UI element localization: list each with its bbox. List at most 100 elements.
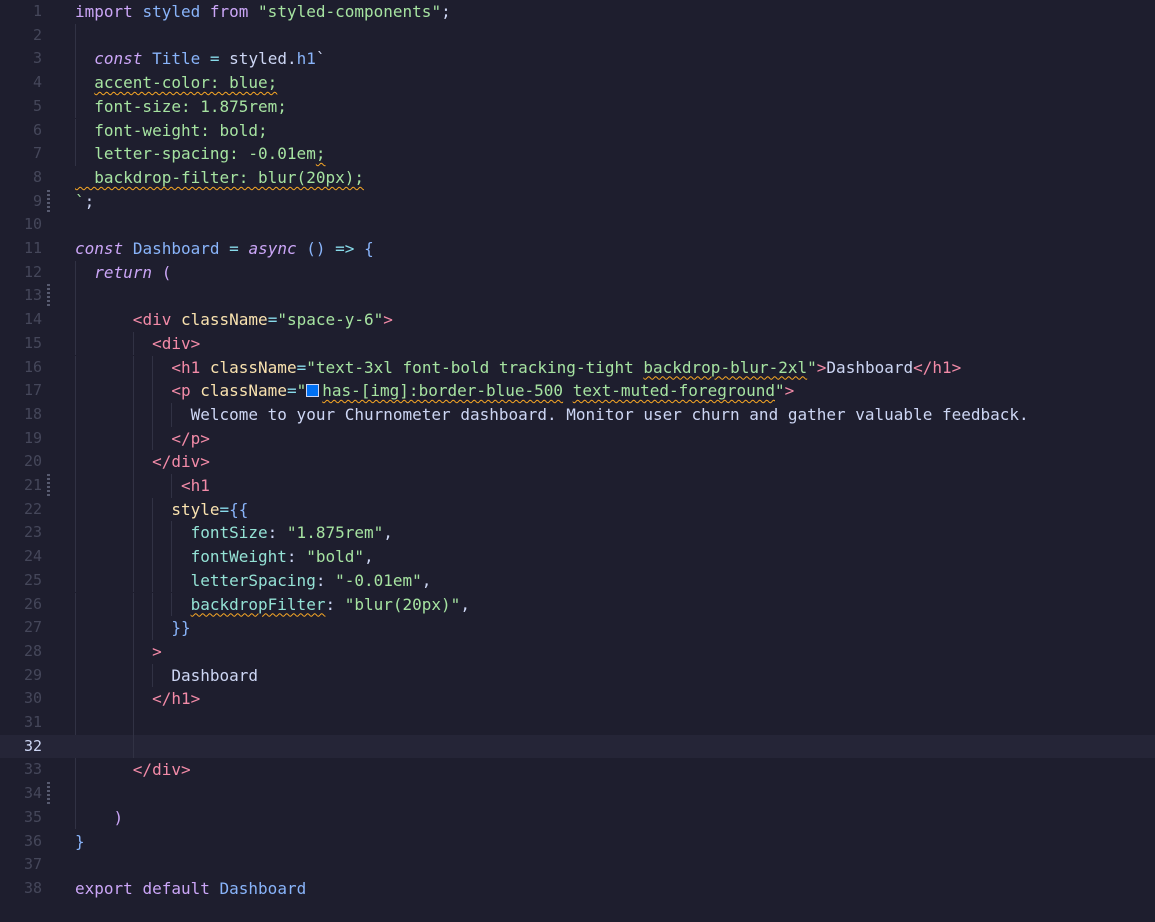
code-text: <div> <box>152 333 201 353</box>
code-text: ) <box>113 807 124 827</box>
code-text: fontWeight: "bold", <box>190 547 374 567</box>
color-swatch-icon[interactable] <box>306 384 320 398</box>
code-text: const Dashboard = async () => { <box>75 239 374 258</box>
code-line[interactable]: 23 fontSize: "1.875rem", <box>0 521 1155 546</box>
line-number: 29 <box>23 665 42 684</box>
code-line[interactable]: 35 ) <box>0 805 1155 830</box>
code-line[interactable]: 34 <box>0 782 1155 806</box>
code-text: </div> <box>132 760 191 780</box>
code-text: backdrop-filter: blur(20px); <box>75 167 364 187</box>
code-line[interactable]: 4 accent-color: blue; <box>0 71 1155 95</box>
line-number: 34 <box>23 784 42 803</box>
code-line[interactable]: 15 <div> <box>0 331 1155 356</box>
code-text: <div className="space-y-6"> <box>132 310 393 330</box>
code-line[interactable]: 33 </div> <box>0 758 1155 783</box>
line-number: 12 <box>23 262 42 281</box>
code-line[interactable]: 21 <h1 <box>0 474 1155 498</box>
code-line[interactable]: 30 </h1> <box>0 687 1155 711</box>
code-text: </div> <box>152 452 210 472</box>
code-line[interactable]: 8 backdrop-filter: blur(20px); <box>0 166 1155 190</box>
code-text: Dashboard <box>171 665 259 685</box>
code-line[interactable]: 13 <box>0 284 1155 309</box>
code-line[interactable]: 9 `; <box>0 189 1155 214</box>
line-number: 30 <box>23 689 42 708</box>
line-number: 23 <box>23 523 42 542</box>
code-line[interactable]: 10 <box>0 213 1155 237</box>
line-number: 25 <box>23 570 42 589</box>
git-change-marker <box>47 189 50 214</box>
code-text: import styled from "styled-components"; <box>75 2 451 21</box>
code-text: } <box>75 831 85 851</box>
line-number: 26 <box>23 594 42 613</box>
indent-guide <box>75 23 76 48</box>
code-line[interactable]: 17 <p className=" has-[img]:border-blue-5… <box>0 379 1155 403</box>
code-line[interactable]: 1 import styled from "styled-components"… <box>0 0 1155 24</box>
indent-guide <box>133 734 134 759</box>
line-number: 11 <box>23 239 42 257</box>
line-number: 20 <box>23 452 42 471</box>
code-line[interactable]: 22 style={{ <box>0 497 1155 522</box>
code-text: style={{ <box>171 499 249 519</box>
code-text: Welcome to your Churnometer dashboard. M… <box>190 404 1029 424</box>
code-text: `; <box>75 191 95 211</box>
code-line[interactable]: 19 </p> <box>0 426 1155 451</box>
indent-guide <box>75 284 76 309</box>
line-number: 3 <box>32 49 42 68</box>
code-line[interactable]: 24 fontWeight: "bold", <box>0 545 1155 569</box>
line-number: 37 <box>23 855 42 874</box>
line-number: 6 <box>32 120 42 139</box>
line-number: 14 <box>23 310 42 329</box>
code-text: backdropFilter: "blur(20px)", <box>190 594 470 614</box>
code-line[interactable]: 11 const Dashboard = async () => { <box>0 237 1155 261</box>
line-number: 13 <box>23 286 42 305</box>
code-text: const Title = styled.h1` <box>94 49 326 69</box>
code-line[interactable]: 38 export default Dashboard <box>0 877 1155 901</box>
code-line[interactable]: 3 const Title = styled.h1` <box>0 47 1155 72</box>
code-line[interactable]: 6 font-weight: bold; <box>0 118 1155 143</box>
line-number: 8 <box>32 167 42 186</box>
code-line[interactable]: 16 <h1 className="text-3xl font-bold tra… <box>0 355 1155 380</box>
code-line[interactable]: 28 > <box>0 639 1155 664</box>
code-text: <p className=" has-[img]:border-blue-500 … <box>171 381 795 401</box>
line-number: 9 <box>32 191 42 210</box>
code-line[interactable]: 18 Welcome to your Churnometer dashboard… <box>0 402 1155 427</box>
code-line[interactable]: 14 <div className="space-y-6"> <box>0 308 1155 332</box>
git-change-marker <box>47 284 50 309</box>
line-number: 31 <box>23 713 42 731</box>
current-code-line[interactable]: 32 <box>0 734 1155 759</box>
code-line[interactable]: 31 <box>0 711 1155 735</box>
code-line[interactable]: 37 <box>0 853 1155 877</box>
line-number: 33 <box>23 760 42 779</box>
code-line[interactable]: 2 <box>0 23 1155 48</box>
line-number: 2 <box>32 25 42 44</box>
line-number: 21 <box>23 476 42 494</box>
code-text: }} <box>171 618 191 638</box>
line-number: 36 <box>23 831 42 850</box>
line-number: 38 <box>23 878 42 897</box>
code-line[interactable]: 20 </div> <box>0 450 1155 474</box>
code-line[interactable]: 7 letter-spacing: -0.01em; <box>0 142 1155 166</box>
code-text: </p> <box>171 428 210 448</box>
line-number: 19 <box>23 428 42 447</box>
code-line[interactable]: 29 Dashboard <box>0 663 1155 688</box>
code-line[interactable]: 25 letterSpacing: "-0.01em", <box>0 568 1155 593</box>
code-line[interactable]: 12 return ( <box>0 260 1155 285</box>
code-line[interactable]: 36 } <box>0 830 1155 854</box>
line-number: 35 <box>23 807 42 826</box>
line-number: 7 <box>32 144 42 163</box>
code-text: font-weight: bold; <box>94 120 268 140</box>
code-text: return ( <box>94 262 172 282</box>
code-line[interactable]: 5 font-size: 1.875rem; <box>0 94 1155 119</box>
line-number: 5 <box>32 96 42 115</box>
git-change-marker <box>47 474 50 498</box>
line-number: 4 <box>32 73 42 92</box>
code-editor[interactable]: 1 import styled from "styled-components"… <box>0 0 1155 922</box>
line-number: 16 <box>23 357 42 376</box>
code-text: font-size: 1.875rem; <box>94 96 287 116</box>
line-number: 24 <box>23 547 42 566</box>
line-number: 1 <box>32 2 42 20</box>
indent-guide <box>75 711 76 735</box>
code-text: <h1 className="text-3xl font-bold tracki… <box>171 357 962 377</box>
code-line[interactable]: 26 backdropFilter: "blur(20px)", <box>0 592 1155 617</box>
code-line[interactable]: 27 }} <box>0 616 1155 640</box>
